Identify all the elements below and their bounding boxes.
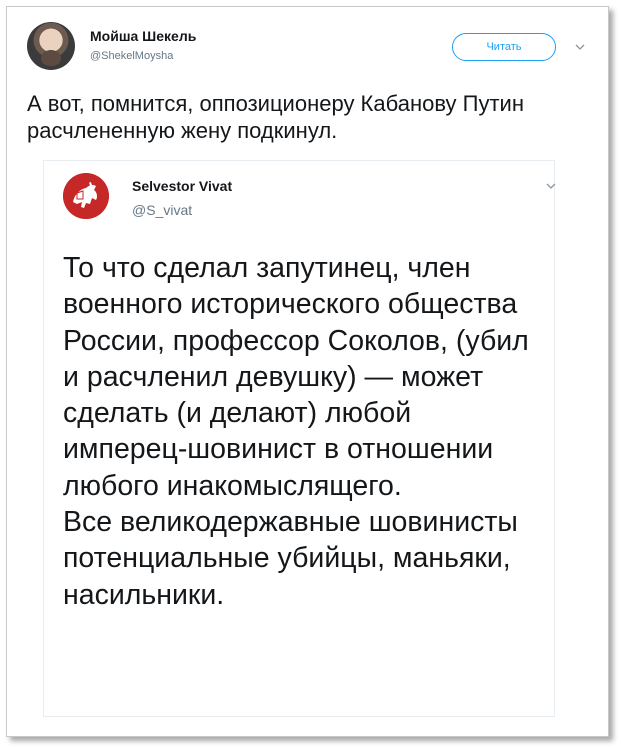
follow-button[interactable]: Читать (452, 33, 556, 61)
pahonia-emblem-icon (63, 173, 109, 219)
author-name[interactable]: Мойша Шекель (90, 28, 196, 44)
tweet-text: А вот, помнится, оппозиционеру Кабанову … (27, 91, 524, 143)
quoted-tweet-border-bottom (43, 716, 555, 717)
quoted-paragraph-1: То что сделал запутинец, член военного и… (63, 252, 529, 502)
author-avatar[interactable] (27, 22, 75, 70)
quoted-tweet-text: То что сделал запутинец, член военного и… (63, 250, 543, 613)
quoted-chevron-down-icon[interactable] (546, 181, 556, 191)
quoted-author-handle[interactable]: @S_vivat (132, 202, 192, 218)
author-handle[interactable]: @ShekelMoysha (90, 50, 173, 62)
quoted-author-avatar[interactable] (63, 173, 109, 219)
quoted-author-name[interactable]: Selvestor Vivat (132, 178, 232, 194)
avatar-beard (41, 50, 61, 66)
chevron-down-icon[interactable] (575, 42, 585, 52)
quoted-paragraph-2: Все великодержавные шовинисты потенциаль… (63, 506, 518, 611)
